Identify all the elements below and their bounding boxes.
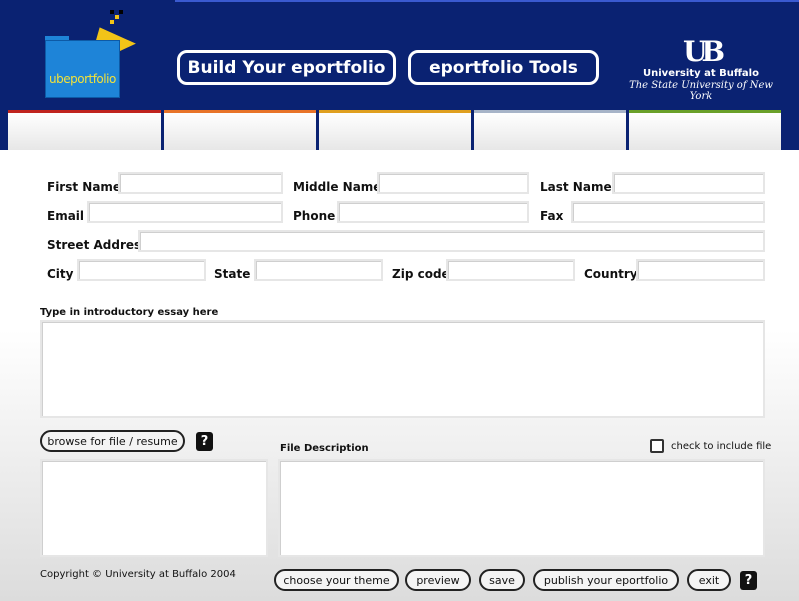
help-icon[interactable]: ? <box>196 432 213 451</box>
include-file-checkbox[interactable] <box>650 439 664 453</box>
city-field[interactable] <box>77 259 206 281</box>
middle-name-field[interactable] <box>377 172 529 194</box>
ub-subtitle: The State University of New York <box>629 80 773 102</box>
preview-button[interactable]: preview <box>405 569 471 591</box>
phone-field[interactable] <box>337 201 529 223</box>
country-field[interactable] <box>636 259 765 281</box>
fax-label: Fax <box>540 209 564 223</box>
file-preview-box[interactable] <box>40 459 268 557</box>
ubeportfolio-logo[interactable]: ubeportfolio <box>40 10 136 102</box>
city-label: City <box>47 267 74 281</box>
last-name-label: Last Name <box>540 180 612 194</box>
tab-1[interactable] <box>8 110 161 150</box>
eportfolio-tools-button[interactable]: eportfolio Tools <box>408 50 599 85</box>
last-name-field[interactable] <box>612 172 765 194</box>
choose-theme-button[interactable]: choose your theme <box>274 569 399 591</box>
publish-eportfolio-button[interactable]: publish your eportfolio <box>533 569 679 591</box>
fax-field[interactable] <box>571 201 765 223</box>
build-eportfolio-button[interactable]: Build Your eportfolio <box>177 50 396 85</box>
include-file-label: check to include file <box>671 441 772 452</box>
street-address-field[interactable] <box>138 230 765 252</box>
folder-icon <box>45 40 120 98</box>
save-button[interactable]: save <box>479 569 525 591</box>
exit-button[interactable]: exit <box>687 569 731 591</box>
ub-mark: UB <box>682 35 725 68</box>
email-field[interactable] <box>87 201 283 223</box>
tab-4[interactable] <box>474 110 626 150</box>
zip-code-label: Zip code <box>392 267 450 281</box>
essay-label: Type in introductory essay here <box>40 307 219 318</box>
tab-2[interactable] <box>164 110 316 150</box>
header-accent-line <box>175 0 799 2</box>
state-field[interactable] <box>254 259 383 281</box>
header: ubeportfolio Build Your eportfolio eport… <box>0 0 799 150</box>
first-name-field[interactable] <box>118 172 283 194</box>
street-address-label: Street Address <box>47 238 149 252</box>
intro-essay-textarea[interactable] <box>40 320 765 418</box>
browse-file-button[interactable]: browse for file / resume <box>40 430 185 452</box>
ub-logo[interactable]: UB University at Buffalo The State Unive… <box>626 35 776 103</box>
phone-label: Phone <box>293 209 336 223</box>
country-label: Country <box>584 267 638 281</box>
tab-5[interactable] <box>629 110 781 150</box>
file-description-textarea[interactable] <box>278 459 765 557</box>
middle-name-label: Middle Name <box>293 180 382 194</box>
email-label: Email <box>47 209 85 223</box>
tab-3[interactable] <box>319 110 471 150</box>
state-label: State <box>214 267 251 281</box>
logo-text: ubeportfolio <box>49 72 116 86</box>
copyright-text: Copyright © University at Buffalo 2004 <box>40 569 236 580</box>
ub-name: University at Buffalo <box>643 68 759 79</box>
footer-help-icon[interactable]: ? <box>740 571 757 590</box>
zip-code-field[interactable] <box>446 259 575 281</box>
file-description-label: File Description <box>280 443 369 454</box>
first-name-label: First Name <box>47 180 122 194</box>
